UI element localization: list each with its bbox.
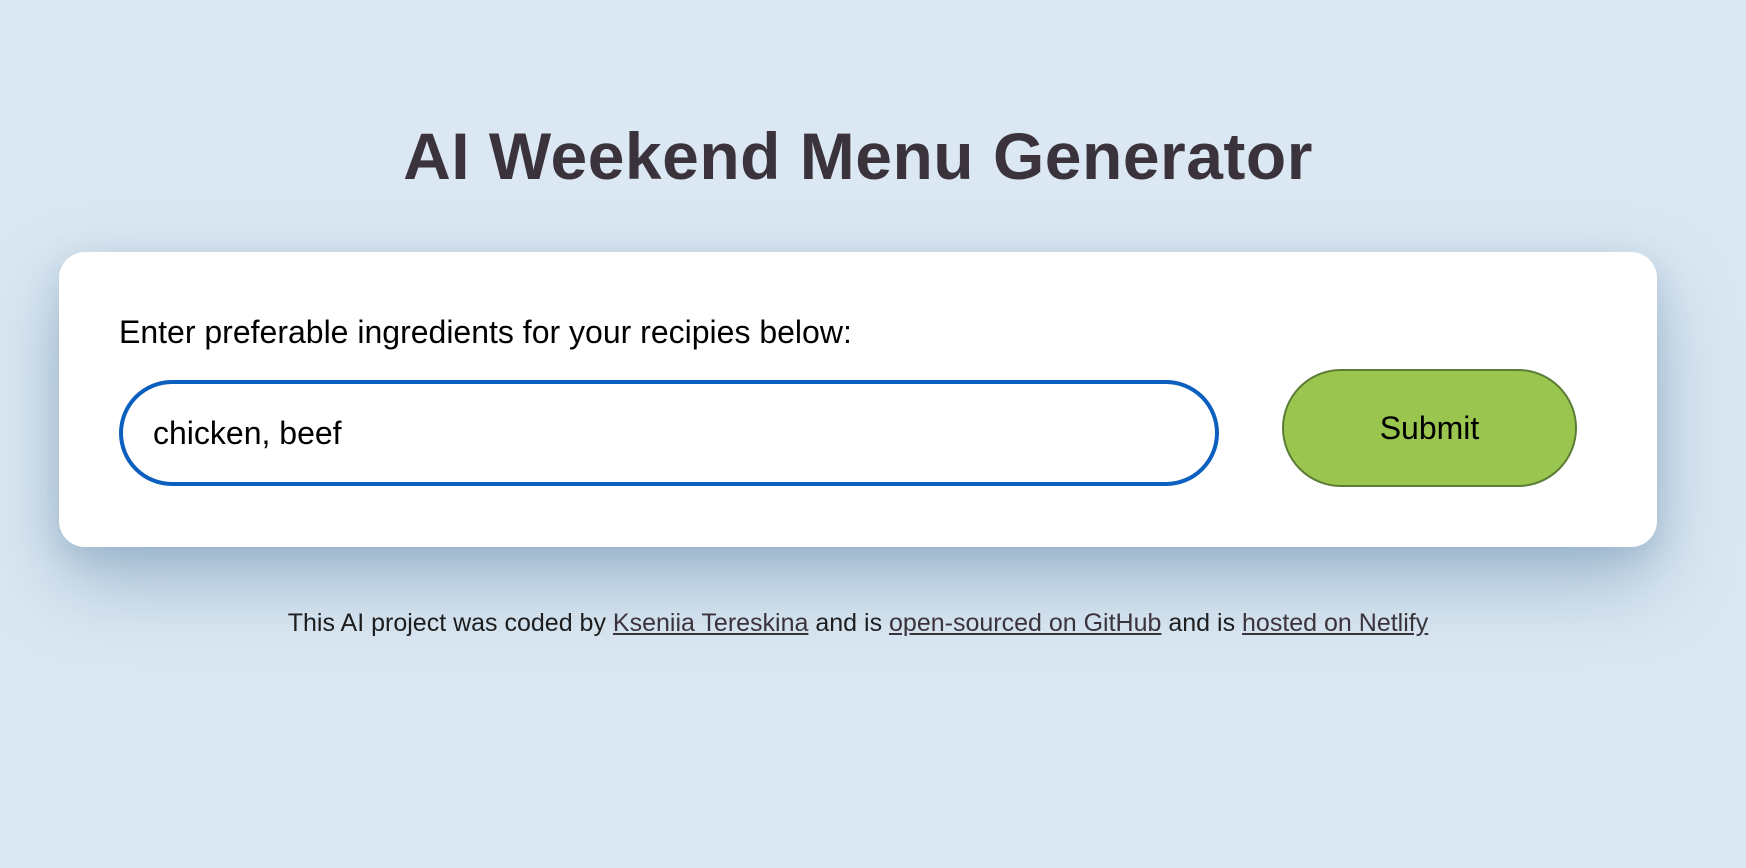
netlify-link[interactable]: hosted on Netlify bbox=[1242, 609, 1428, 637]
ingredients-form-card: Enter preferable ingredients for your re… bbox=[59, 252, 1657, 547]
footer-text-and-is: and is bbox=[808, 609, 890, 637]
ingredients-input[interactable] bbox=[119, 380, 1219, 486]
footer: This AI project was coded by Kseniia Ter… bbox=[0, 606, 1716, 640]
author-link[interactable]: Kseniia Tereskina bbox=[613, 609, 808, 637]
footer-text-credit: This AI project was coded by bbox=[287, 609, 613, 637]
page-title: AI Weekend Menu Generator bbox=[403, 119, 1313, 193]
ingredients-label: Enter preferable ingredients for your re… bbox=[119, 314, 852, 350]
footer-text-and-is-hosted: and is bbox=[1161, 609, 1243, 637]
submit-button[interactable]: Submit bbox=[1282, 369, 1577, 487]
github-link[interactable]: open-sourced on GitHub bbox=[889, 609, 1161, 637]
